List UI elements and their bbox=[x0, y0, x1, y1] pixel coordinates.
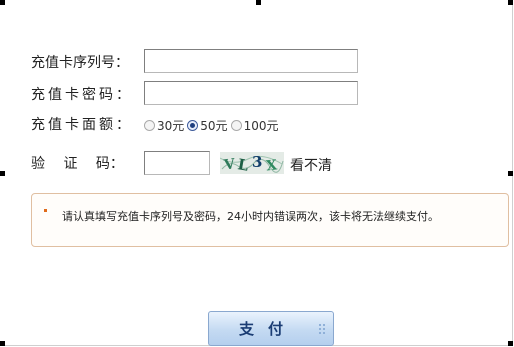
resize-handle-bottom-right[interactable] bbox=[508, 341, 513, 346]
captcha-char: 3 bbox=[252, 153, 262, 171]
serial-number-label: 充值卡序列号： bbox=[31, 55, 129, 71]
captcha-input[interactable] bbox=[144, 151, 210, 175]
resize-handle-top[interactable] bbox=[256, 0, 261, 5]
notice-text: 请认真填写充值卡序列号及密码，24小时内错误两次，该卡将无法继续支付。 bbox=[62, 210, 439, 223]
captcha-image[interactable]: V L 3 X bbox=[220, 152, 284, 174]
radio-button[interactable] bbox=[230, 120, 242, 131]
amount-option-label: 50元 bbox=[200, 119, 228, 133]
resize-handle-top-left[interactable] bbox=[0, 0, 5, 5]
captcha-refresh-link[interactable]: 看不清 bbox=[290, 155, 332, 175]
radio-button[interactable] bbox=[144, 120, 155, 131]
pay-button[interactable]: 支付 bbox=[208, 311, 334, 346]
amount-option-50[interactable]: 50元 bbox=[187, 117, 228, 134]
radio-button-selected[interactable] bbox=[187, 120, 199, 131]
serial-number-input[interactable] bbox=[144, 49, 358, 73]
card-password-label: 充值卡密码： bbox=[31, 87, 133, 103]
pay-button-label: 支付 bbox=[239, 320, 298, 338]
card-password-input[interactable] bbox=[144, 81, 358, 105]
bullet-icon bbox=[44, 209, 47, 212]
amount-option-30[interactable]: 30元 bbox=[144, 117, 184, 134]
amount-option-label: 100元 bbox=[243, 119, 279, 133]
card-amount-label: 充值卡面额： bbox=[31, 117, 133, 133]
resize-handle-left[interactable] bbox=[0, 171, 5, 176]
resize-handle-top-right[interactable] bbox=[508, 0, 513, 5]
amount-option-100[interactable]: 100元 bbox=[230, 117, 279, 134]
captcha-char: X bbox=[265, 157, 278, 174]
amount-radio-group: 30元 50元 100元 bbox=[144, 117, 281, 134]
notice-box: 请认真填写充值卡序列号及密码，24小时内错误两次，该卡将无法继续支付。 bbox=[31, 193, 509, 247]
amount-option-label: 30元 bbox=[157, 119, 185, 133]
grip-icon bbox=[319, 324, 327, 334]
resize-handle-bottom-left[interactable] bbox=[0, 341, 5, 346]
resize-handle-right[interactable] bbox=[508, 171, 513, 176]
captcha-label: 验 证 码： bbox=[31, 156, 124, 172]
